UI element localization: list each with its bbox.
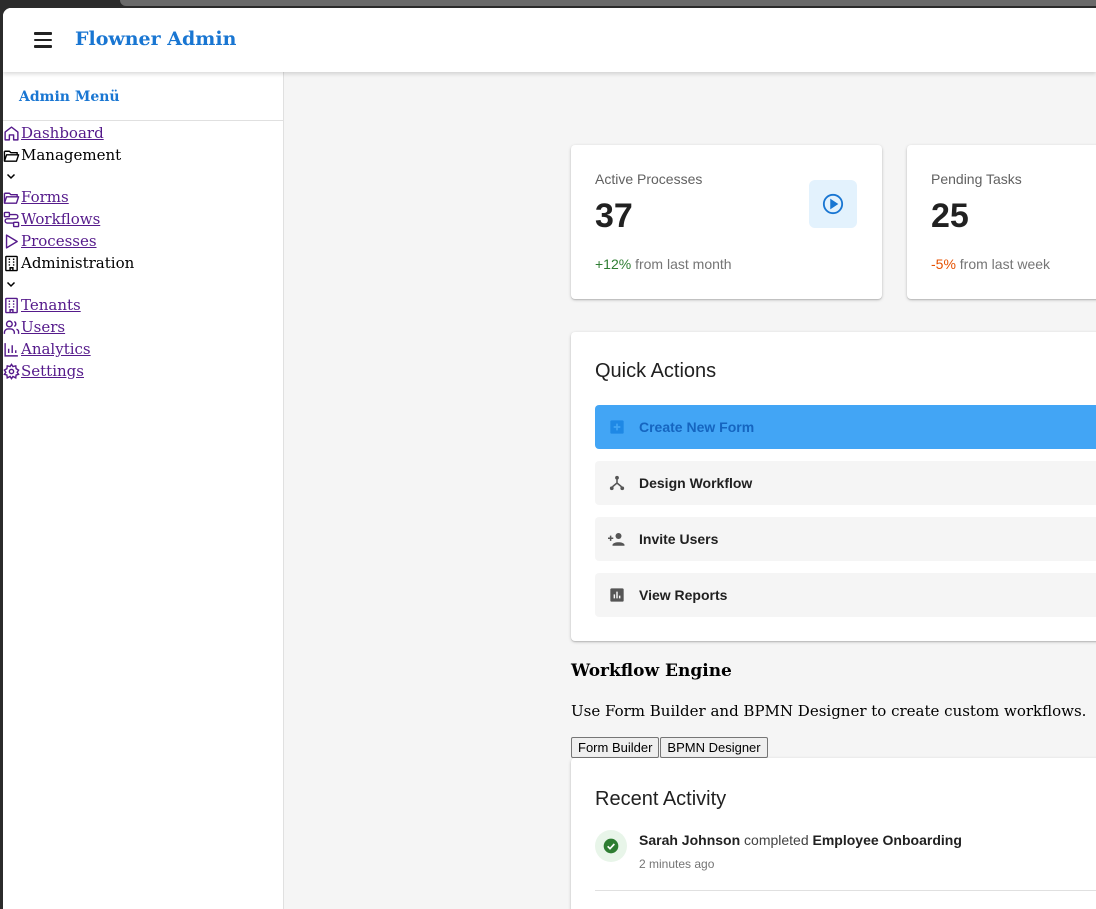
app-window: Flowner Admin Admin Menü Dashboard Manag…	[3, 8, 1096, 909]
stat-card-active-processes: Active Processes 37 +12% from last month	[571, 145, 882, 299]
bar-chart-icon	[4, 342, 18, 357]
activity-text: Sarah Johnson completed Employee Onboard…	[639, 832, 962, 848]
activity-time: 2 minutes ago	[639, 857, 715, 871]
recent-activity-title: Recent Activity	[595, 788, 727, 810]
chevron-down-icon[interactable]	[3, 274, 283, 294]
sidebar-item-label[interactable]: Analytics	[21, 338, 91, 360]
form-builder-button[interactable]: Form Builder	[571, 737, 660, 758]
bpmn-designer-button[interactable]: BPMN Designer	[660, 737, 768, 758]
trend-text: from last month	[631, 256, 732, 272]
gear-icon	[3, 362, 20, 380]
sidebar-item-forms[interactable]: Forms	[3, 186, 283, 208]
sidebar-header-label: Admin Menü	[19, 89, 120, 105]
person-add-icon	[607, 529, 627, 549]
sidebar-item-label[interactable]: Processes	[21, 230, 97, 252]
folder-icon	[3, 192, 20, 204]
design-workflow-button[interactable]: Design Workflow	[595, 461, 1096, 505]
check-circle-icon	[595, 830, 627, 862]
activity-user: Sarah Johnson	[639, 832, 741, 848]
activity-action: completed	[740, 832, 813, 848]
app-bar: Flowner Admin	[3, 8, 1096, 72]
sidebar-group-administration[interactable]: Administration	[3, 252, 283, 274]
stat-label: Active Processes	[595, 171, 703, 187]
trend-value: +12%	[595, 256, 632, 272]
sidebar-item-label[interactable]: Settings	[21, 360, 84, 382]
stat-trend: -5% from last week	[931, 256, 1050, 272]
sidebar-item-label[interactable]: Users	[21, 316, 65, 338]
quick-actions-title: Quick Actions	[595, 360, 717, 382]
sidebar-header: Admin Menü	[3, 72, 283, 121]
sidebar-item-dashboard[interactable]: Dashboard	[3, 122, 283, 144]
play-icon	[5, 233, 18, 249]
play-circle-icon	[809, 180, 857, 228]
hamburger-menu-icon[interactable]	[31, 28, 55, 52]
workflow-icon	[607, 473, 627, 493]
sidebar-nav: Dashboard Management Forms Workflows Pro…	[3, 121, 283, 382]
workflow-engine-title: Workflow Engine	[571, 661, 732, 681]
create-new-form-button[interactable]: Create New Form	[595, 405, 1096, 449]
trend-text: from last week	[955, 256, 1051, 272]
sidebar-item-tenants[interactable]: Tenants	[3, 294, 283, 316]
chevron-down-icon[interactable]	[3, 166, 283, 186]
add-box-icon	[607, 417, 627, 437]
sidebar-item-users[interactable]: Users	[3, 316, 283, 338]
window-edge	[120, 0, 1096, 6]
users-icon	[3, 319, 20, 334]
stat-trend: +12% from last month	[595, 256, 732, 272]
sidebar-item-label[interactable]: Forms	[21, 186, 69, 208]
divider	[595, 890, 1096, 891]
main-content: Active Processes 37 +12% from last month…	[284, 72, 1096, 909]
quick-actions-card: Quick Actions Create New Form Design Wor…	[571, 332, 1096, 641]
folder-open-icon	[3, 150, 20, 162]
activity-target: Employee Onboarding	[812, 832, 962, 848]
stat-label: Pending Tasks	[931, 171, 1022, 187]
sidebar-item-settings[interactable]: Settings	[3, 360, 283, 382]
building-icon	[5, 255, 18, 271]
sidebar: Admin Menü Dashboard Management Forms Wo…	[3, 72, 284, 909]
recent-activity-card: Recent Activity Sarah Johnson completed …	[571, 758, 1096, 909]
stat-card-pending-tasks: Pending Tasks 25 -5% from last week	[907, 145, 1096, 299]
workflow-engine-description: Use Form Builder and BPMN Designer to cr…	[571, 702, 1087, 720]
sidebar-group-label: Management	[21, 146, 122, 164]
report-icon	[607, 585, 627, 605]
view-reports-button[interactable]: View Reports	[595, 573, 1096, 617]
app-title: Flowner Admin	[75, 28, 237, 50]
sidebar-item-processes[interactable]: Processes	[3, 230, 283, 252]
sidebar-item-label[interactable]: Dashboard	[21, 122, 104, 144]
invite-users-button[interactable]: Invite Users	[595, 517, 1096, 561]
sidebar-group-label: Administration	[21, 254, 135, 272]
button-label: Design Workflow	[639, 475, 753, 491]
button-label: Create New Form	[639, 419, 755, 435]
workflow-icon	[3, 211, 20, 227]
sidebar-item-analytics[interactable]: Analytics	[3, 338, 283, 360]
workflow-engine-buttons: Form Builder BPMN Designer	[571, 737, 769, 758]
sidebar-group-management[interactable]: Management	[3, 144, 283, 166]
home-icon	[4, 125, 19, 141]
stat-value: 37	[595, 197, 633, 235]
sidebar-item-label[interactable]: Tenants	[21, 294, 81, 316]
button-label: View Reports	[639, 587, 728, 603]
sidebar-item-workflows[interactable]: Workflows	[3, 208, 283, 230]
building-icon	[5, 297, 18, 313]
button-label: Invite Users	[639, 531, 719, 547]
stat-value: 25	[931, 197, 969, 235]
sidebar-item-label[interactable]: Workflows	[21, 208, 100, 230]
trend-value: -5%	[931, 256, 956, 272]
